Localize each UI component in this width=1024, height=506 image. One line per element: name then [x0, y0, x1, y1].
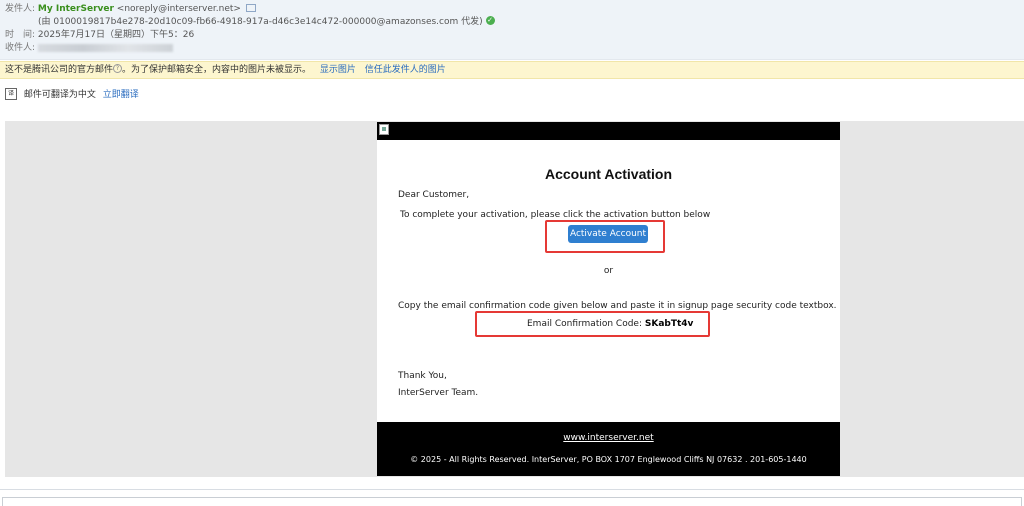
sender-email[interactable]: <noreply@interserver.net>: [117, 4, 241, 14]
team-text: InterServer Team.: [398, 388, 479, 398]
from-row: 发件人: My InterServer <noreply@interserver…: [5, 3, 256, 15]
broken-image-icon: [379, 124, 389, 135]
email-title: Account Activation: [544, 166, 673, 182]
via-row: (由 0100019817b4e278-20d10c09-fb66-4918-9…: [38, 16, 495, 28]
footer-website-link[interactable]: www.interserver.net: [377, 433, 840, 443]
recipient-redacted: [37, 43, 173, 52]
translate-text: 邮件可翻译为中文: [23, 90, 96, 100]
confirmation-code-line: Email Confirmation Code: SKabTt4v: [527, 319, 693, 329]
translate-now-link[interactable]: 立即翻译: [103, 90, 139, 100]
via-text: (由 0100019817b4e278-20d10c09-fb66-4918-9…: [38, 17, 483, 27]
sender-name[interactable]: My InterServer: [38, 4, 114, 14]
footer-copyright: © 2025 - All Rights Reserved. InterServe…: [410, 455, 807, 464]
activate-account-button[interactable]: Activate Account: [568, 225, 648, 243]
warning-text: 这不是腾讯公司的官方邮件: [5, 65, 114, 75]
thanks-text: Thank You,: [398, 371, 447, 381]
to-row: 收件人:: [5, 42, 173, 54]
divider: [0, 489, 1024, 490]
translate-row: 译 邮件可翻译为中文 立即翻译: [5, 87, 139, 102]
mail-header: 发件人: My InterServer <noreply@interserver…: [0, 0, 1024, 60]
help-icon[interactable]: ?: [113, 64, 123, 73]
code-label: Email Confirmation Code:: [527, 319, 642, 329]
greeting: Dear Customer,: [398, 190, 470, 200]
instruction-text: To complete your activation, please clic…: [400, 210, 711, 220]
to-label: 收件人:: [5, 43, 36, 53]
time-value: 2025年7月17日（星期四）下午5：26: [37, 30, 195, 40]
time-label: 时 间:: [5, 30, 36, 40]
show-images-link[interactable]: 显示图片: [320, 65, 356, 75]
warning-text-2: 。为了保护邮箱安全，内容中的图片未被显示。: [122, 65, 312, 75]
trust-sender-link[interactable]: 信任此发件人的图片: [365, 65, 446, 75]
time-row: 时 间: 2025年7月17日（星期四）下午5：26: [5, 29, 194, 41]
header-banner: [377, 122, 840, 140]
contact-card-icon[interactable]: [245, 3, 256, 12]
translate-icon: 译: [5, 87, 17, 100]
bottom-panel: [2, 497, 1022, 506]
email-body-area: Account Activation Dear Customer, To com…: [5, 121, 1024, 477]
verified-check-icon[interactable]: ✓: [485, 16, 495, 25]
confirmation-code: SKabTt4v: [644, 319, 694, 329]
email-card: Account Activation Dear Customer, To com…: [377, 122, 840, 476]
copy-instruction: Copy the email confirmation code given b…: [398, 301, 837, 311]
from-label: 发件人:: [5, 4, 36, 14]
or-text: or: [603, 266, 614, 276]
email-footer: www.interserver.net © 2025 - All Rights …: [377, 422, 840, 476]
image-warning-bar: 这不是腾讯公司的官方邮件? 。为了保护邮箱安全，内容中的图片未被显示。 显示图片 …: [0, 61, 1024, 79]
